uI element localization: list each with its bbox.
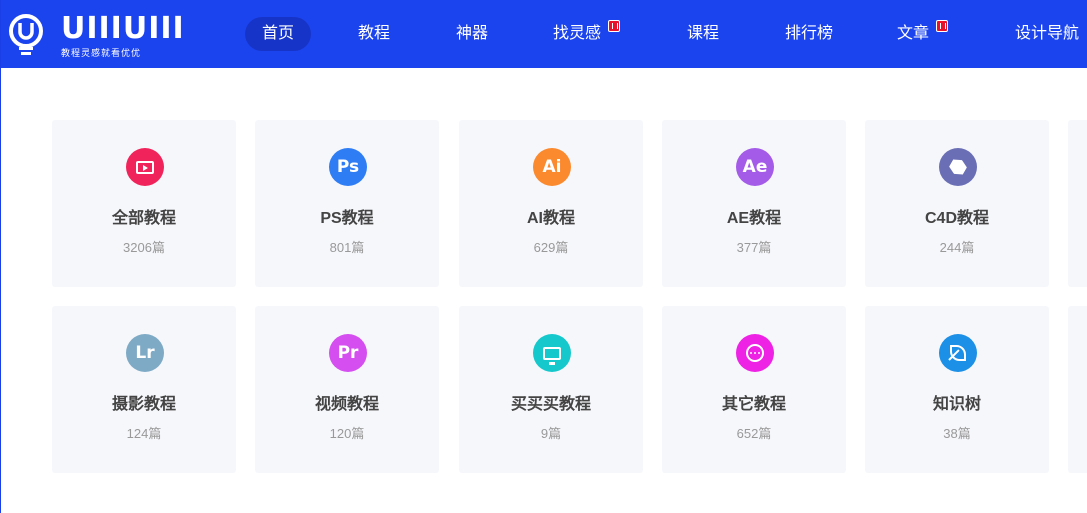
premiere-icon: Pr [329, 334, 367, 372]
nav-rankings[interactable]: 排行榜 [785, 17, 833, 51]
category-card-knowledge-tree[interactable]: 知识树 38篇 [865, 306, 1049, 473]
category-card-photography[interactable]: Lr 摄影教程 124篇 [52, 306, 236, 473]
site-logo[interactable]: UIIIUIII 教程灵感就看优优 [7, 8, 184, 60]
category-title: 摄影教程 [111, 396, 176, 413]
category-count: 124篇 [126, 426, 162, 441]
category-card-all[interactable]: 全部教程 3206篇 [52, 120, 236, 287]
after-effects-icon: Ae [736, 148, 774, 186]
category-title: PS教程 [320, 210, 374, 227]
video-icon [126, 148, 164, 186]
category-card-partial[interactable] [1068, 306, 1087, 473]
lightbulb-logo-icon [9, 14, 43, 55]
category-count: 629篇 [533, 240, 569, 255]
category-card-ae[interactable]: Ae AE教程 377篇 [662, 120, 846, 287]
hot-badge-icon [608, 20, 621, 32]
category-card-ps[interactable]: Ps PS教程 801篇 [255, 120, 439, 287]
logo-wordmark: UIIIUIII [61, 11, 185, 46]
category-card-partial[interactable] [1068, 120, 1087, 287]
logo-slogan: 教程灵感就看优优 [61, 48, 142, 58]
lightroom-icon: Lr [126, 334, 164, 372]
monitor-icon [533, 334, 571, 372]
category-count: 9篇 [540, 426, 562, 441]
category-card-video[interactable]: Pr 视频教程 120篇 [255, 306, 439, 473]
nav-tutorials[interactable]: 教程 [358, 17, 390, 51]
category-count: 652篇 [736, 426, 772, 441]
category-title: 其它教程 [721, 396, 786, 413]
nav-home[interactable]: 首页 [245, 17, 312, 51]
leaf-icon [939, 334, 977, 372]
category-count: 801篇 [329, 240, 365, 255]
category-card-shopping[interactable]: 买买买教程 9篇 [459, 306, 643, 473]
category-title: 买买买教程 [510, 396, 591, 413]
more-dots-icon [736, 334, 774, 372]
category-title: 知识树 [932, 396, 981, 413]
illustrator-icon: Ai [533, 148, 571, 186]
category-title: AE教程 [726, 210, 782, 227]
nav-courses[interactable]: 课程 [687, 17, 719, 51]
category-count: 377篇 [736, 240, 772, 255]
hot-badge-icon [936, 20, 949, 32]
category-count: 120篇 [329, 426, 365, 441]
category-count: 3206篇 [123, 240, 165, 255]
category-title: C4D教程 [924, 210, 989, 227]
top-header: UIIIUIII 教程灵感就看优优 首页 教程 神器 找灵感 课程 排行榜 文章… [1, 0, 1087, 68]
nav-tools[interactable]: 神器 [456, 17, 488, 51]
category-title: 全部教程 [111, 210, 176, 227]
category-card-c4d[interactable]: C4D教程 244篇 [865, 120, 1049, 287]
cube-icon [939, 148, 977, 186]
category-card-ai[interactable]: Ai AI教程 629篇 [459, 120, 643, 287]
page: UIIIUIII 教程灵感就看优优 首页 教程 神器 找灵感 课程 排行榜 文章… [0, 0, 1087, 513]
category-card-other[interactable]: 其它教程 652篇 [662, 306, 846, 473]
category-title: 视频教程 [314, 396, 379, 413]
category-count: 244篇 [939, 240, 975, 255]
nav-design-guide[interactable]: 设计导航 [1015, 17, 1079, 51]
photoshop-icon: Ps [329, 148, 367, 186]
nav-inspiration[interactable]: 找灵感 [553, 17, 621, 51]
category-title: AI教程 [526, 210, 575, 227]
nav-articles[interactable]: 文章 [897, 17, 949, 51]
category-count: 38篇 [943, 426, 971, 441]
